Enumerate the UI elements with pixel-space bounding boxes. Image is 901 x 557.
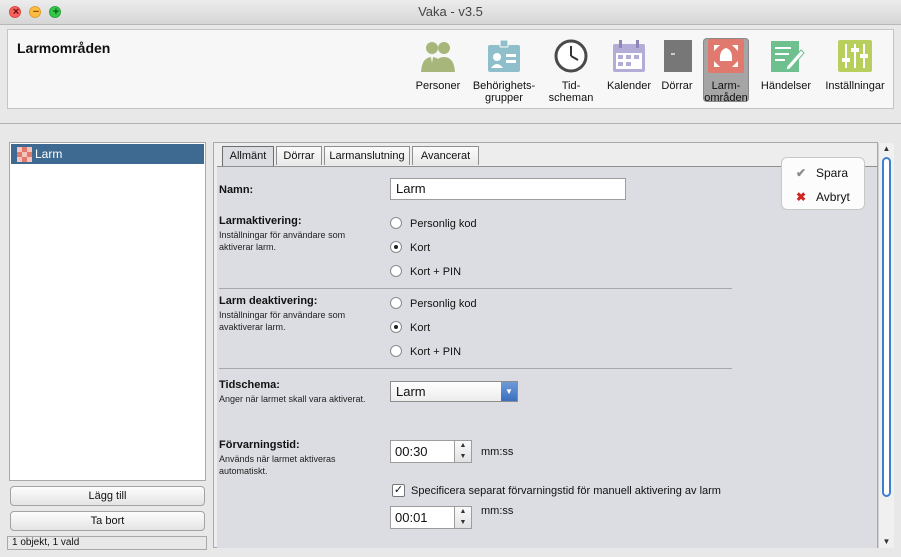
radio-label: Kort + PIN <box>410 266 462 278</box>
toolbar-label: Behörighets- grupper <box>472 80 536 104</box>
add-button[interactable]: Lägg till <box>10 486 205 506</box>
toolbar-label: Inställningar <box>825 80 885 92</box>
save-button[interactable]: ✔ Spara <box>796 166 849 180</box>
manual-delay-value: 00:01 <box>395 510 428 525</box>
delay-label: Förvarningstid: <box>219 439 300 451</box>
toolbar-label: Larm- områden <box>704 80 748 104</box>
scrollbar-thumb[interactable] <box>882 157 891 497</box>
window-titlebar: × − + Vaka - v3.5 <box>0 0 901 25</box>
radio-button[interactable] <box>390 217 402 229</box>
vertical-scrollbar[interactable]: ▲ ▼ <box>878 143 894 548</box>
checkbox-label: Specificera separat förvarningstid för m… <box>411 485 721 497</box>
calendar-icon <box>613 40 645 72</box>
toolbar-dorrar[interactable]: Dörrar <box>659 38 695 92</box>
delay-description: Används när larmet aktiveras automatiskt… <box>219 454 336 476</box>
toolbar-installningar[interactable]: Inställningar <box>822 38 888 92</box>
toolbar-label: Kalender <box>606 80 652 92</box>
toolbar-tidscheman[interactable]: Tid- scheman <box>548 38 594 104</box>
header-panel: Larmområden Personer Behörighets- gruppe… <box>7 29 894 109</box>
delay-unit: mm:ss <box>481 446 514 458</box>
radio-label: Kort <box>410 242 431 254</box>
users-icon <box>421 42 455 72</box>
toolbar-label: Händelser <box>760 80 812 92</box>
list-item[interactable]: Larm <box>11 144 204 164</box>
arrow-down-icon[interactable]: ▼ <box>879 536 894 548</box>
radio-label: Kort <box>410 322 431 334</box>
action-box: ✔ Spara ✖ Avbryt <box>781 157 865 210</box>
activation-label: Larmaktivering: <box>219 215 302 227</box>
arrow-up-icon[interactable]: ▲ <box>455 507 471 517</box>
deactivation-description: Inställningar för användare som avaktive… <box>219 310 346 332</box>
toolbar-label: Dörrar <box>661 80 693 92</box>
checkmark-icon: ✔ <box>796 166 807 180</box>
arrow-up-icon[interactable]: ▲ <box>879 143 894 155</box>
checkbox-checked-icon[interactable]: ✓ <box>392 484 405 497</box>
id-card-icon <box>488 39 520 72</box>
toolbar-label: Personer <box>415 80 461 92</box>
arrow-down-icon[interactable]: ▼ <box>455 518 471 528</box>
tab-avancerat[interactable]: Avancerat <box>412 146 479 165</box>
toolbar-behorighetsgrupper[interactable]: Behörighets- grupper <box>471 38 537 104</box>
window-title: Vaka - v3.5 <box>418 4 483 19</box>
chevron-down-icon[interactable]: ▼ <box>501 382 517 401</box>
name-input[interactable]: Larm <box>390 178 626 200</box>
alarm-area-icon <box>17 147 32 162</box>
remove-button[interactable]: Ta bort <box>10 511 205 531</box>
edit-note-icon <box>771 41 805 72</box>
deactivation-label: Larm deaktivering: <box>219 295 318 307</box>
delay-stepper[interactable]: 00:30 ▲ ▼ <box>390 440 472 463</box>
toolbar-personer[interactable]: Personer <box>413 38 463 92</box>
radio-button[interactable] <box>390 345 402 357</box>
radio-button[interactable] <box>390 265 402 277</box>
page-title: Larmområden <box>17 40 111 56</box>
arrow-up-icon[interactable]: ▲ <box>455 441 471 451</box>
arrow-down-icon[interactable]: ▼ <box>455 452 471 462</box>
radio-label: Kort + PIN <box>410 346 462 358</box>
alarm-area-icon <box>708 39 744 73</box>
close-icon: ✖ <box>796 190 807 204</box>
door-icon <box>664 40 692 72</box>
separator <box>0 123 901 124</box>
tab-dorrar[interactable]: Dörrar <box>276 146 322 165</box>
toolbar-label: Tid- scheman <box>548 80 594 104</box>
stepper-buttons[interactable]: ▲ ▼ <box>454 441 471 462</box>
radio-button[interactable] <box>390 297 402 309</box>
sliders-icon <box>838 40 872 72</box>
status-bar: 1 objekt, 1 vald <box>7 536 207 550</box>
cancel-button[interactable]: ✖ Avbryt <box>796 190 850 204</box>
alarm-area-list[interactable]: Larm <box>9 142 206 481</box>
stepper-buttons[interactable]: ▲ ▼ <box>454 507 471 528</box>
radio-label: Personlig kod <box>410 298 477 310</box>
save-label: Spara <box>816 166 849 180</box>
manual-delay-unit: mm:ss <box>481 505 514 517</box>
toolbar-larmomraden[interactable]: Larm- områden <box>703 38 749 104</box>
toolbar-kalender[interactable]: Kalender <box>604 38 654 92</box>
name-label: Namn: <box>219 184 254 196</box>
cancel-label: Avbryt <box>816 190 850 204</box>
schedule-label: Tidschema: <box>219 379 280 391</box>
schedule-select-value: Larm <box>396 384 426 399</box>
radio-button[interactable] <box>390 321 402 333</box>
activation-description: Inställningar för användare som aktivera… <box>219 230 346 252</box>
tab-larmanslutning[interactable]: Larmanslutning <box>324 146 410 165</box>
tab-allmant[interactable]: Allmänt <box>222 146 274 166</box>
list-item-label: Larm <box>35 147 63 161</box>
schedule-description: Anger när larmet skall vara aktiverat. <box>219 394 366 404</box>
delay-value: 00:30 <box>395 444 428 459</box>
toolbar-handelser[interactable]: Händelser <box>758 38 814 92</box>
radio-button[interactable] <box>390 241 402 253</box>
clock-icon <box>554 39 588 73</box>
schedule-select[interactable]: Larm ▼ <box>390 381 518 402</box>
divider <box>219 368 732 369</box>
divider <box>219 288 732 289</box>
radio-label: Personlig kod <box>410 218 477 230</box>
manual-delay-stepper[interactable]: 00:01 ▲ ▼ <box>390 506 472 529</box>
